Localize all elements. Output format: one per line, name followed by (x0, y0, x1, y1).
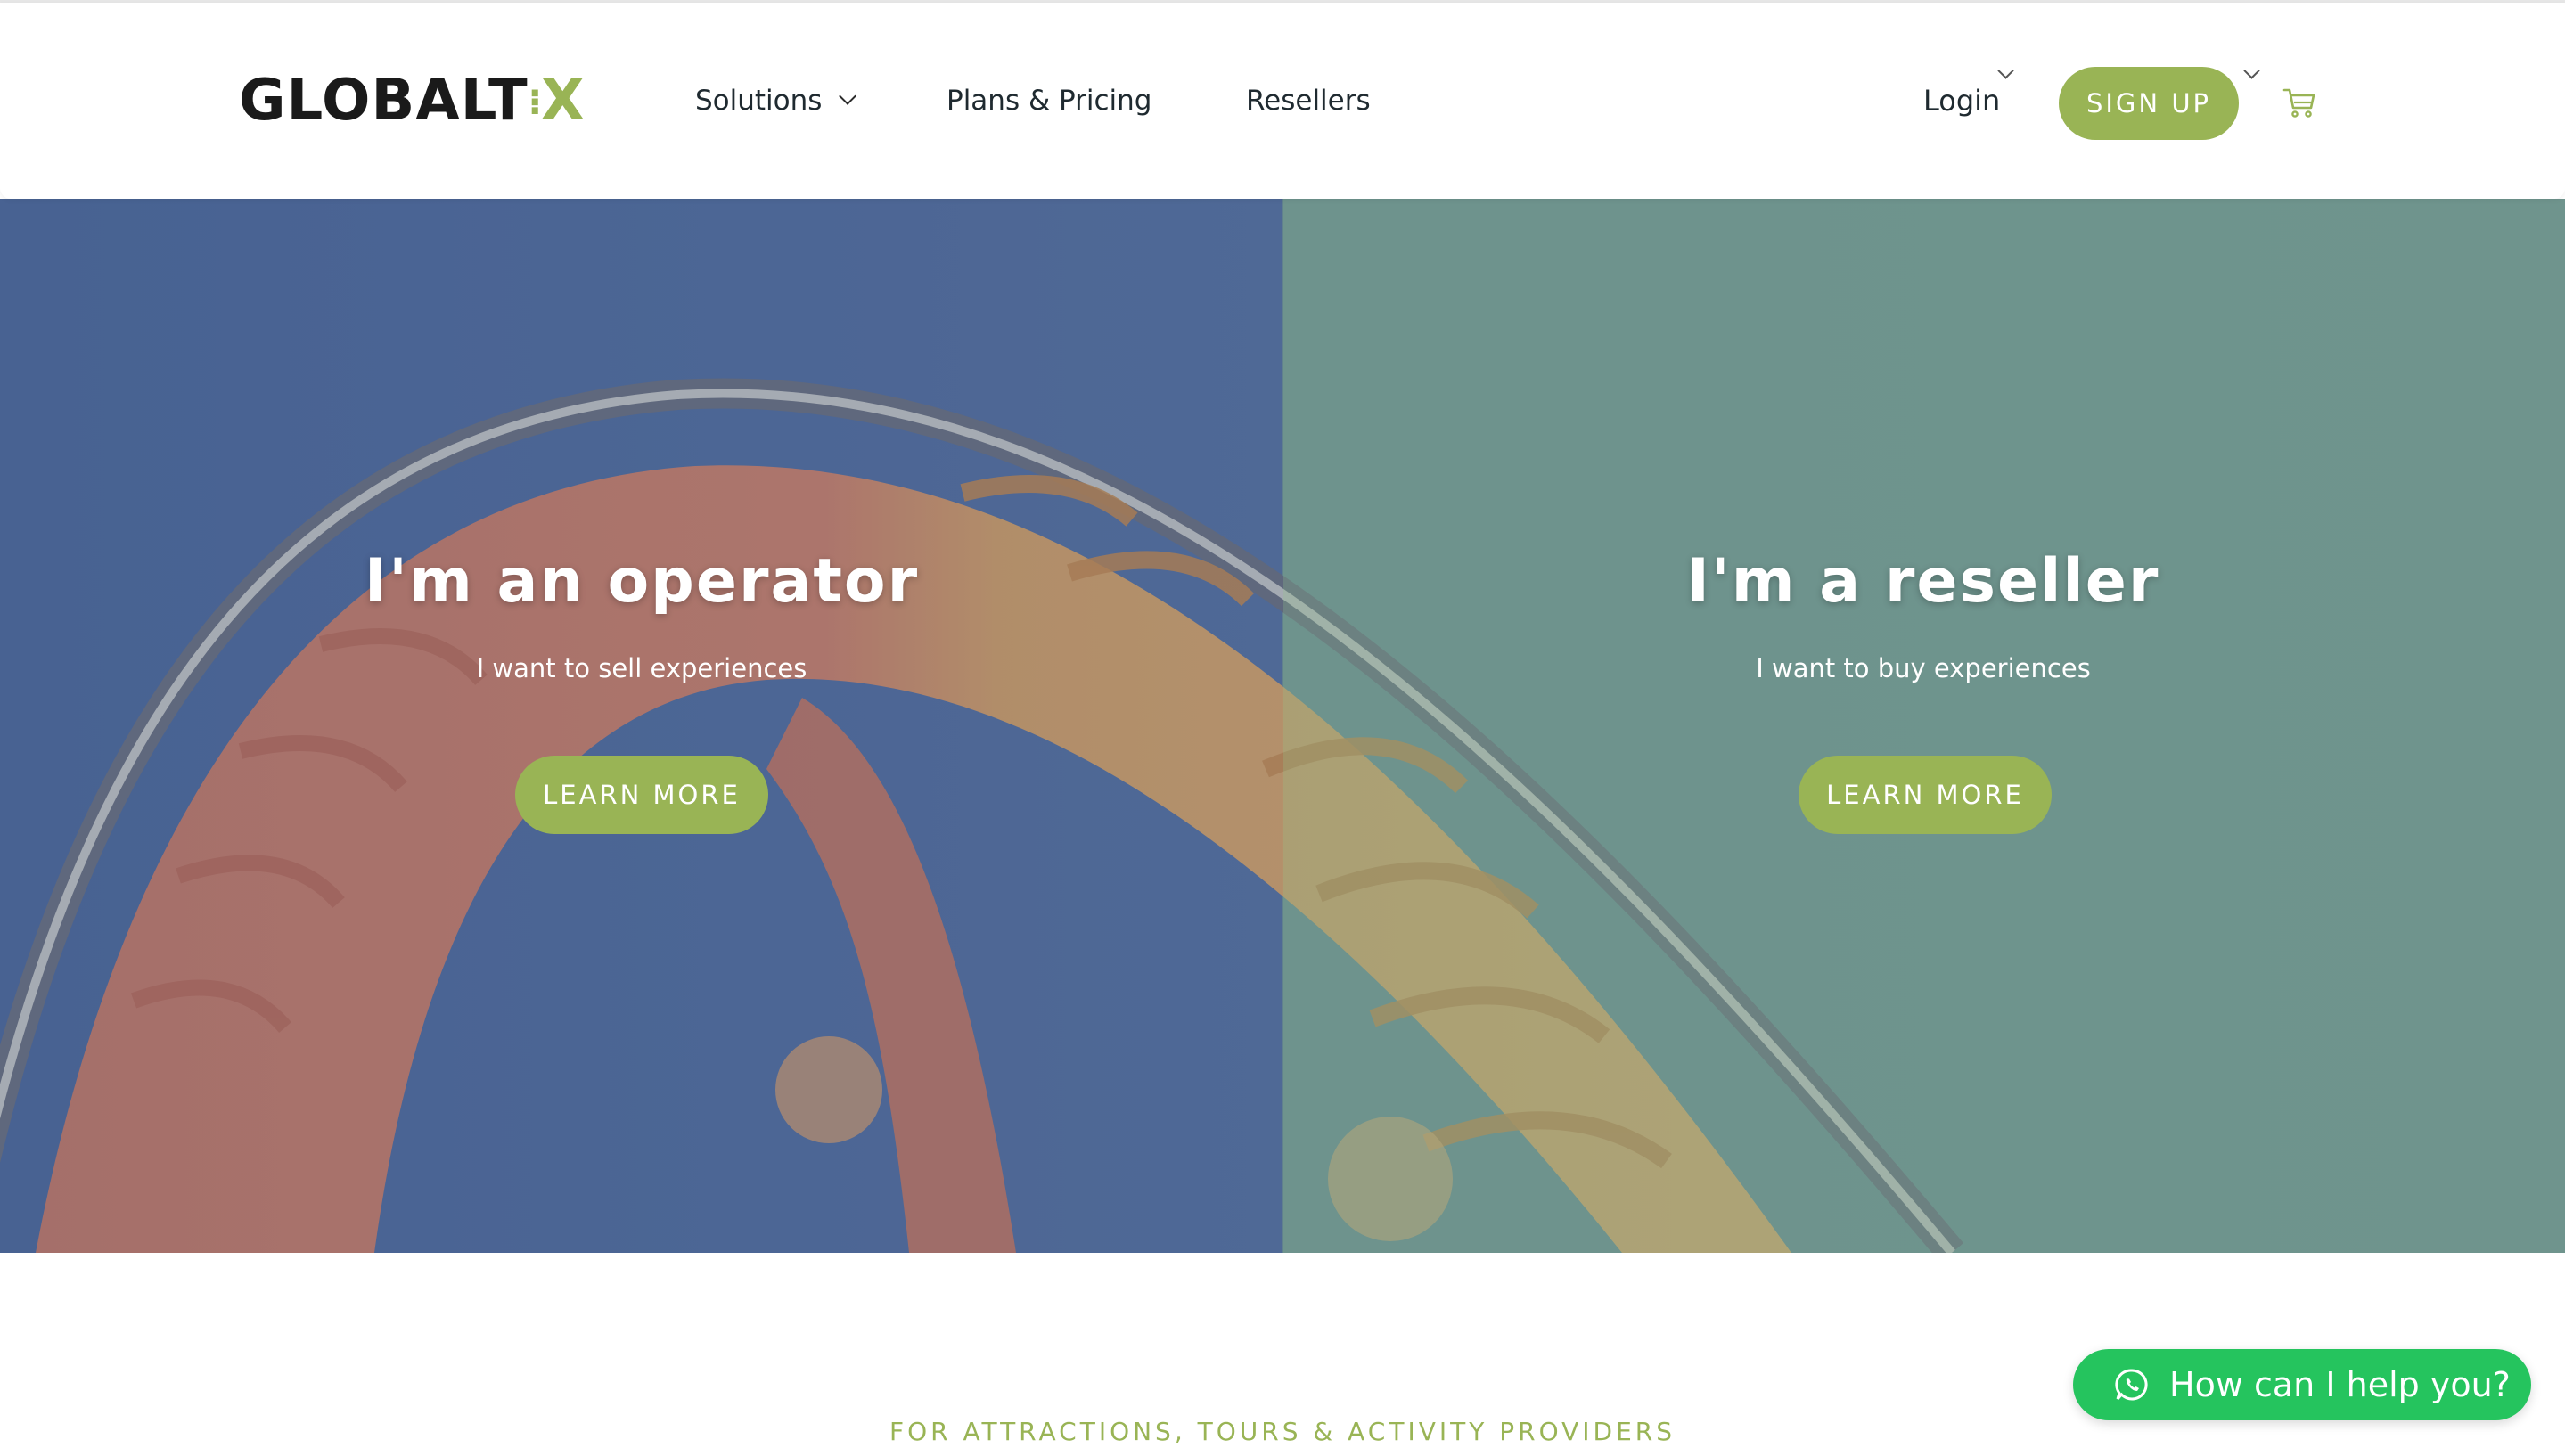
nav-plans-pricing[interactable]: Plans & Pricing (947, 83, 1151, 119)
reseller-learn-more-button[interactable]: LEARN MORE (1799, 756, 2052, 834)
operator-subtitle: I want to sell experiences (476, 653, 807, 683)
nav-plans-label: Plans & Pricing (947, 85, 1152, 117)
operator-learn-more-button[interactable]: LEARN MORE (515, 756, 768, 834)
reseller-subtitle: I want to buy experiences (1756, 653, 2091, 683)
chat-help-button[interactable]: How can I help you? (2073, 1349, 2531, 1420)
section-caption: FOR ATTRACTIONS, TOURS & ACTIVITY PROVID… (889, 1417, 1676, 1446)
nav-solutions[interactable]: Solutions (695, 83, 857, 119)
logo-accent: X (540, 68, 586, 134)
nav-resellers[interactable]: Resellers (1246, 83, 1371, 119)
logo-dots: ⁝ (528, 82, 542, 123)
operator-panel: I'm an operator I want to sell experienc… (0, 199, 1283, 1253)
site-header: GLOBALT⁝X Solutions Plans & Pricing Rese… (0, 3, 2565, 199)
chevron-down-icon (839, 87, 857, 105)
reseller-panel: I'm a reseller I want to buy experiences… (1283, 199, 2565, 1253)
whatsapp-icon (2115, 1369, 2148, 1401)
login-link[interactable]: Login (1923, 83, 2000, 119)
chat-help-label: How can I help you? (2169, 1365, 2511, 1404)
login-chevron-icon[interactable] (1997, 62, 2014, 79)
hero-section: I'm an operator I want to sell experienc… (0, 199, 2565, 1253)
operator-title: I'm an operator (364, 546, 920, 617)
globaltix-logo[interactable]: GLOBALT⁝X (239, 70, 586, 132)
nav-solutions-label: Solutions (695, 85, 823, 117)
reseller-title: I'm a reseller (1686, 546, 2160, 617)
sign-up-button[interactable]: SIGN UP (2059, 67, 2239, 140)
signup-chevron-icon[interactable] (2243, 62, 2260, 79)
cart-icon[interactable] (2282, 85, 2317, 120)
nav-resellers-label: Resellers (1246, 85, 1371, 117)
login-label: Login (1923, 84, 2001, 118)
logo-text: GLOBALT (239, 68, 529, 134)
